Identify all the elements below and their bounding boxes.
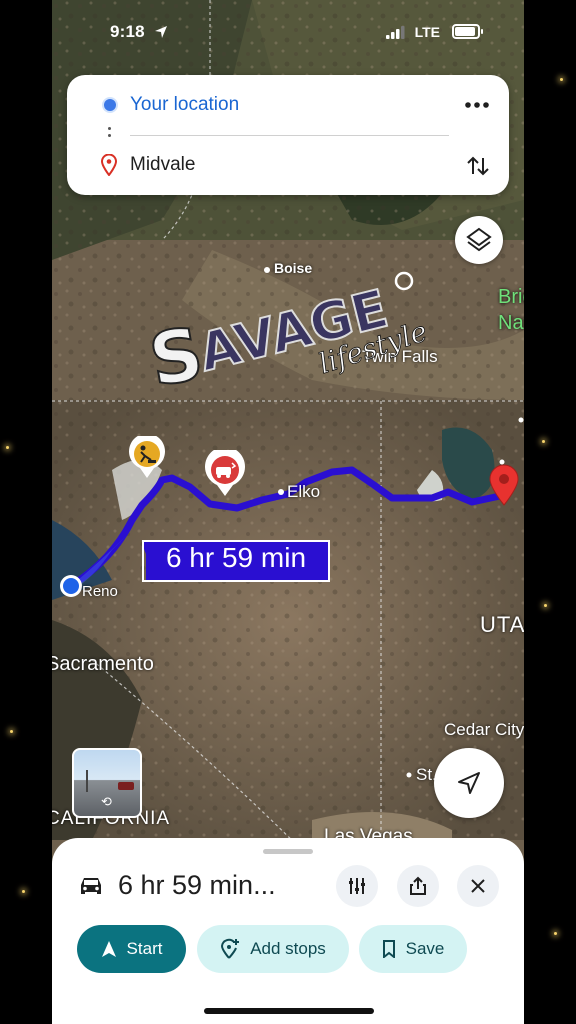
- route-duration-callout[interactable]: 6 hr 59 min: [142, 540, 330, 582]
- route-options-button[interactable]: [336, 865, 378, 907]
- start-label: Start: [126, 939, 163, 958]
- add-stops-label: Add stops: [250, 939, 326, 958]
- construction-icon[interactable]: [128, 433, 166, 480]
- route-bottom-sheet: 6 hr 59 min... Start Add stops Save: [52, 838, 524, 1024]
- street-view-icon: ⟲: [101, 794, 112, 809]
- more-icon[interactable]: [463, 97, 491, 113]
- car-icon: [81, 878, 101, 894]
- save-button[interactable]: Save: [359, 925, 467, 973]
- destination-pin-icon[interactable]: [488, 464, 520, 506]
- layers-icon: [466, 227, 492, 252]
- share-icon: [410, 876, 426, 895]
- origin-row[interactable]: Your location: [67, 85, 509, 125]
- home-indicator[interactable]: [204, 1008, 374, 1014]
- sheet-handle[interactable]: [263, 849, 313, 854]
- right-bar: [524, 0, 576, 1024]
- signal-icon: [386, 26, 405, 39]
- phone-screen: Boise Elko Twin Falls Reno Sacramento UT…: [52, 0, 524, 1024]
- close-icon: [471, 879, 485, 893]
- your-location-dot-icon: [104, 99, 116, 111]
- pin-icon: [101, 154, 117, 176]
- add-stops-button[interactable]: Add stops: [197, 925, 349, 973]
- route-connector: [108, 127, 112, 143]
- bookmark-icon: [382, 940, 395, 958]
- battery-icon: [452, 24, 483, 39]
- left-bar: [0, 0, 52, 1024]
- route-duration-label: 6 hr 59 min: [165, 542, 307, 573]
- status-bar: 9:18 LTE: [52, 0, 524, 64]
- origin-field[interactable]: Your location: [130, 94, 239, 116]
- label-elko: Elko: [287, 482, 321, 501]
- network-type: LTE: [414, 24, 440, 40]
- locate-icon: [458, 772, 480, 794]
- destination-row[interactable]: Midvale: [67, 145, 509, 185]
- label-utah: UTAH: [480, 612, 524, 637]
- navigation-arrow-icon: [155, 26, 167, 38]
- start-arrow-icon: [101, 941, 116, 957]
- swap-icon[interactable]: [465, 153, 491, 179]
- label-bridger: Bridger National: [498, 286, 524, 334]
- save-label: Save: [405, 939, 445, 958]
- crash-icon[interactable]: [204, 446, 246, 498]
- destination-field[interactable]: Midvale: [130, 154, 195, 176]
- start-button[interactable]: Start: [77, 925, 186, 973]
- recenter-button[interactable]: [434, 748, 504, 818]
- tune-icon: [349, 878, 365, 894]
- share-button[interactable]: [397, 865, 439, 907]
- layers-button[interactable]: [455, 216, 503, 264]
- add-stop-icon: [221, 938, 240, 959]
- savage-lifestyle-watermark: S AVAGE lifestyle: [142, 250, 431, 404]
- svg-text:AVAGE: AVAGE: [193, 279, 394, 384]
- street-view-thumbnail[interactable]: ⟲: [72, 748, 142, 818]
- status-time: 9:18: [110, 22, 145, 41]
- label-sacramento: Sacramento: [52, 653, 154, 675]
- divider: [130, 135, 449, 136]
- directions-card: Your location Midvale: [67, 75, 509, 195]
- close-button[interactable]: [457, 865, 499, 907]
- label-cedar-city: Cedar City: [444, 720, 524, 739]
- trip-duration: 6 hr 59 min...: [118, 870, 276, 900]
- label-reno: Reno: [82, 583, 118, 600]
